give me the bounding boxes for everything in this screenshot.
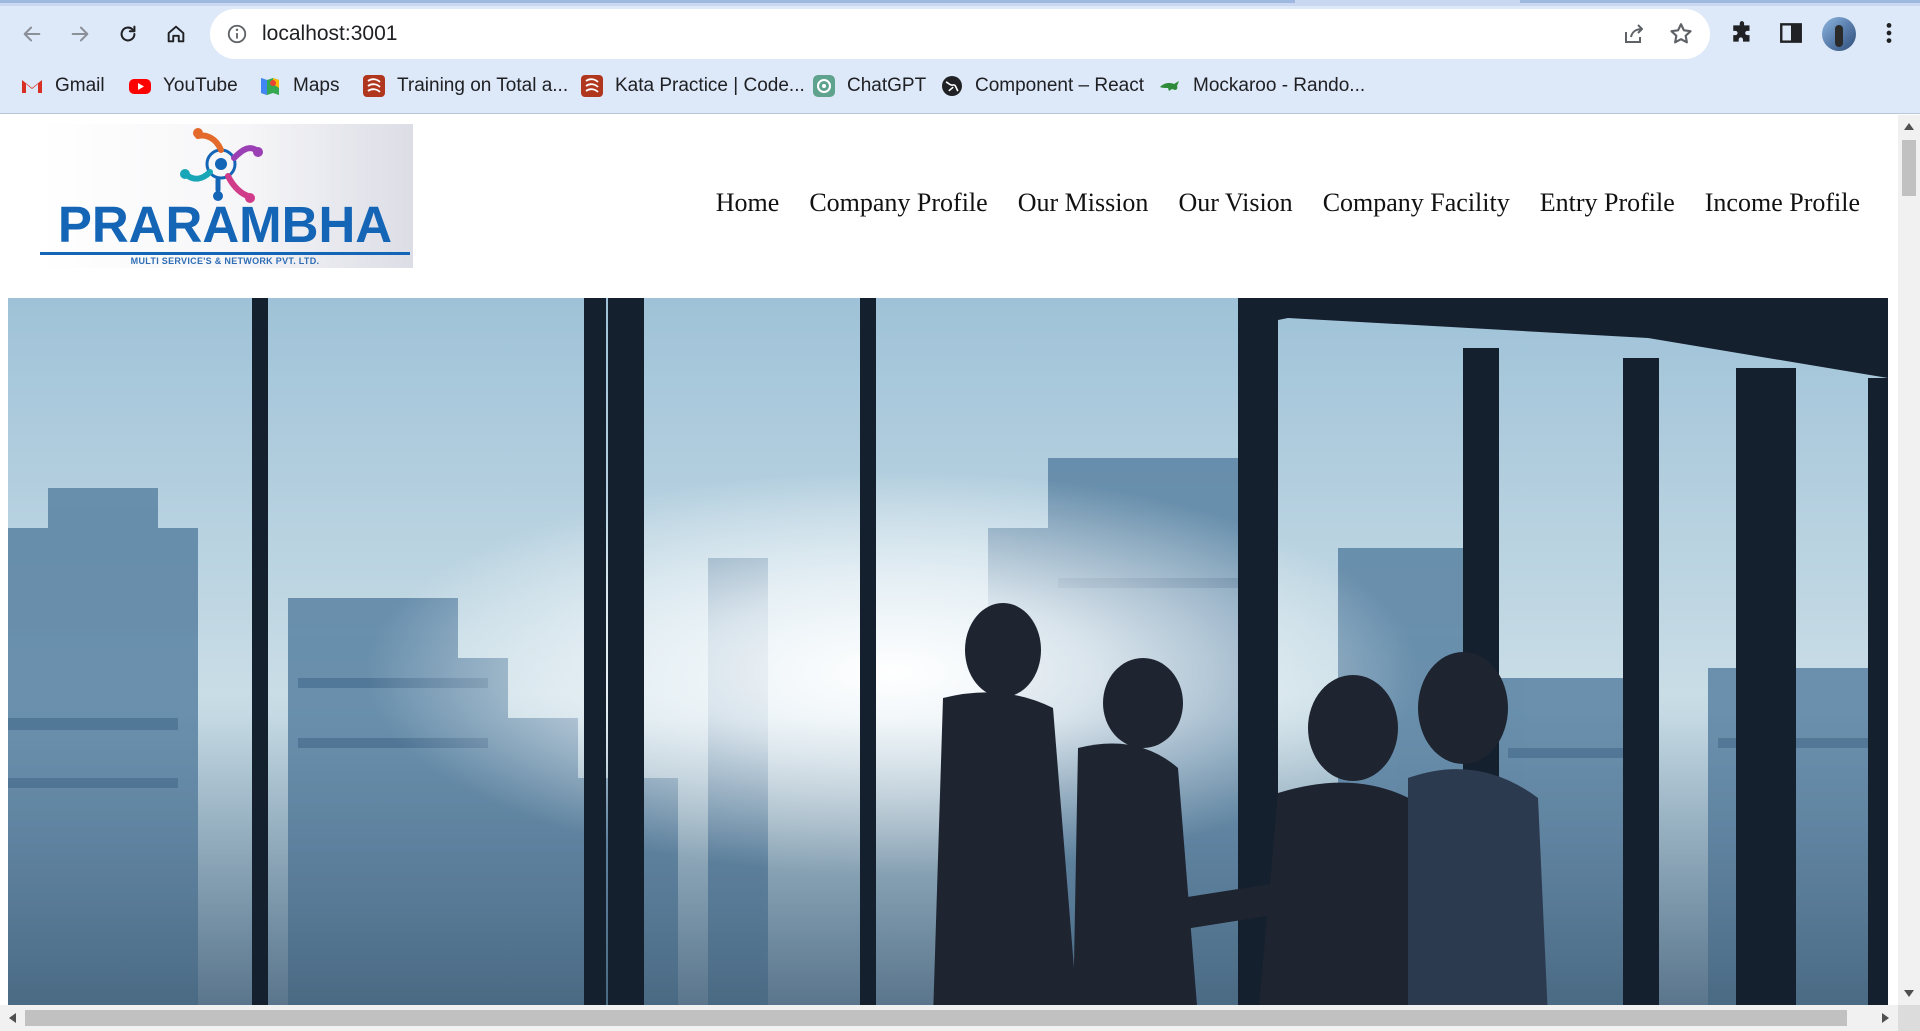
- back-button[interactable]: [12, 14, 52, 54]
- scroll-right-arrow-icon[interactable]: [1882, 1013, 1889, 1023]
- scrollbar-corner: [1898, 1005, 1920, 1031]
- bookmark-label: Kata Practice | Code...: [615, 75, 805, 96]
- tab-highlight: [1520, 0, 1920, 3]
- nav-company-profile[interactable]: Company Profile: [809, 188, 987, 218]
- hero-banner: [8, 298, 1888, 1005]
- scroll-down-arrow-icon[interactable]: [1904, 990, 1914, 997]
- vertical-scroll-thumb[interactable]: [1902, 140, 1916, 196]
- maps-icon: [258, 74, 282, 98]
- bookmark-label: ChatGPT: [847, 75, 927, 96]
- page-viewport: PRARAMBHA MULTI SERVICE'S & NETWORK PVT.…: [0, 115, 1898, 1005]
- nav-income-profile[interactable]: Income Profile: [1705, 188, 1860, 218]
- bookmark-component-react[interactable]: Component – React: [940, 68, 1144, 104]
- vertical-scrollbar[interactable]: [1898, 115, 1920, 1005]
- company-logo[interactable]: PRARAMBHA MULTI SERVICE'S & NETWORK PVT.…: [38, 124, 413, 268]
- horizontal-scrollbar[interactable]: [0, 1005, 1898, 1031]
- nav-home[interactable]: Home: [716, 188, 780, 218]
- bookmark-label: Mockaroo - Rando...: [1193, 75, 1366, 96]
- business-meeting-silhouette-photo: [8, 298, 1888, 1005]
- codewars-icon: [362, 74, 386, 98]
- bookmarks-bar: Gmail YouTube Maps Training on Total a..…: [0, 68, 1920, 104]
- tab-strip-edge: [0, 0, 1920, 6]
- scroll-left-arrow-icon[interactable]: [9, 1013, 16, 1023]
- bookmark-label: Component – React: [975, 75, 1144, 96]
- site-header: PRARAMBHA MULTI SERVICE'S & NETWORK PVT.…: [0, 115, 1898, 298]
- bookmark-chatgpt[interactable]: ChatGPT: [812, 68, 926, 104]
- address-bar[interactable]: localhost:3001: [210, 9, 1710, 59]
- arrow-right-icon: [71, 26, 89, 42]
- extensions-puzzle-icon[interactable]: [1730, 20, 1756, 46]
- nav-our-mission[interactable]: Our Mission: [1018, 188, 1149, 218]
- bookmark-label: Maps: [293, 75, 340, 96]
- horizontal-scroll-thumb[interactable]: [25, 1010, 1847, 1026]
- url-text[interactable]: localhost:3001: [262, 22, 397, 46]
- bookmark-label: Gmail: [55, 75, 105, 96]
- more-menu-icon[interactable]: [1876, 20, 1902, 46]
- scroll-up-arrow-icon[interactable]: [1904, 123, 1914, 130]
- bookmark-label: YouTube: [163, 75, 238, 96]
- mockaroo-icon: [1158, 74, 1182, 98]
- chatgpt-icon: [812, 74, 836, 98]
- bookmark-mockaroo[interactable]: Mockaroo - Rando...: [1158, 68, 1365, 104]
- bookmark-gmail[interactable]: Gmail: [20, 68, 105, 104]
- bookmark-label: Training on Total a...: [397, 75, 569, 96]
- bookmark-maps[interactable]: Maps: [258, 68, 339, 104]
- youtube-icon: [128, 74, 152, 98]
- arrow-left-icon: [23, 26, 41, 42]
- logo-emblem-icon: [180, 128, 263, 203]
- side-panel-icon[interactable]: [1778, 20, 1804, 46]
- tab-highlight: [0, 0, 1295, 3]
- reload-button[interactable]: [108, 14, 148, 54]
- main-navigation: Home Company Profile Our Mission Our Vis…: [716, 188, 1860, 218]
- gmail-icon: [20, 74, 44, 98]
- reload-icon: [120, 25, 136, 42]
- home-icon: [167, 25, 185, 43]
- codewars-icon: [580, 74, 604, 98]
- logo-tagline: MULTI SERVICE'S & NETWORK PVT. LTD.: [130, 256, 320, 266]
- nav-our-vision[interactable]: Our Vision: [1178, 188, 1292, 218]
- share-icon[interactable]: [1622, 22, 1646, 46]
- bookmark-youtube[interactable]: YouTube: [128, 68, 238, 104]
- nav-entry-profile[interactable]: Entry Profile: [1540, 188, 1675, 218]
- profile-avatar[interactable]: [1822, 17, 1856, 51]
- star-icon[interactable]: [1668, 21, 1694, 47]
- logo-brand-text: PRARAMBHA: [57, 196, 393, 253]
- nav-company-facility[interactable]: Company Facility: [1323, 188, 1510, 218]
- bookmark-training-on-total[interactable]: Training on Total a...: [362, 68, 568, 104]
- info-icon[interactable]: [226, 23, 248, 45]
- browser-toolbar: localhost:3001 Gmail YouTube Maps Traini…: [0, 0, 1920, 114]
- logo-underline: [40, 252, 410, 255]
- home-button[interactable]: [156, 14, 196, 54]
- forward-button[interactable]: [60, 14, 100, 54]
- globe-icon: [940, 74, 964, 98]
- bookmark-kata-practice[interactable]: Kata Practice | Code...: [580, 68, 805, 104]
